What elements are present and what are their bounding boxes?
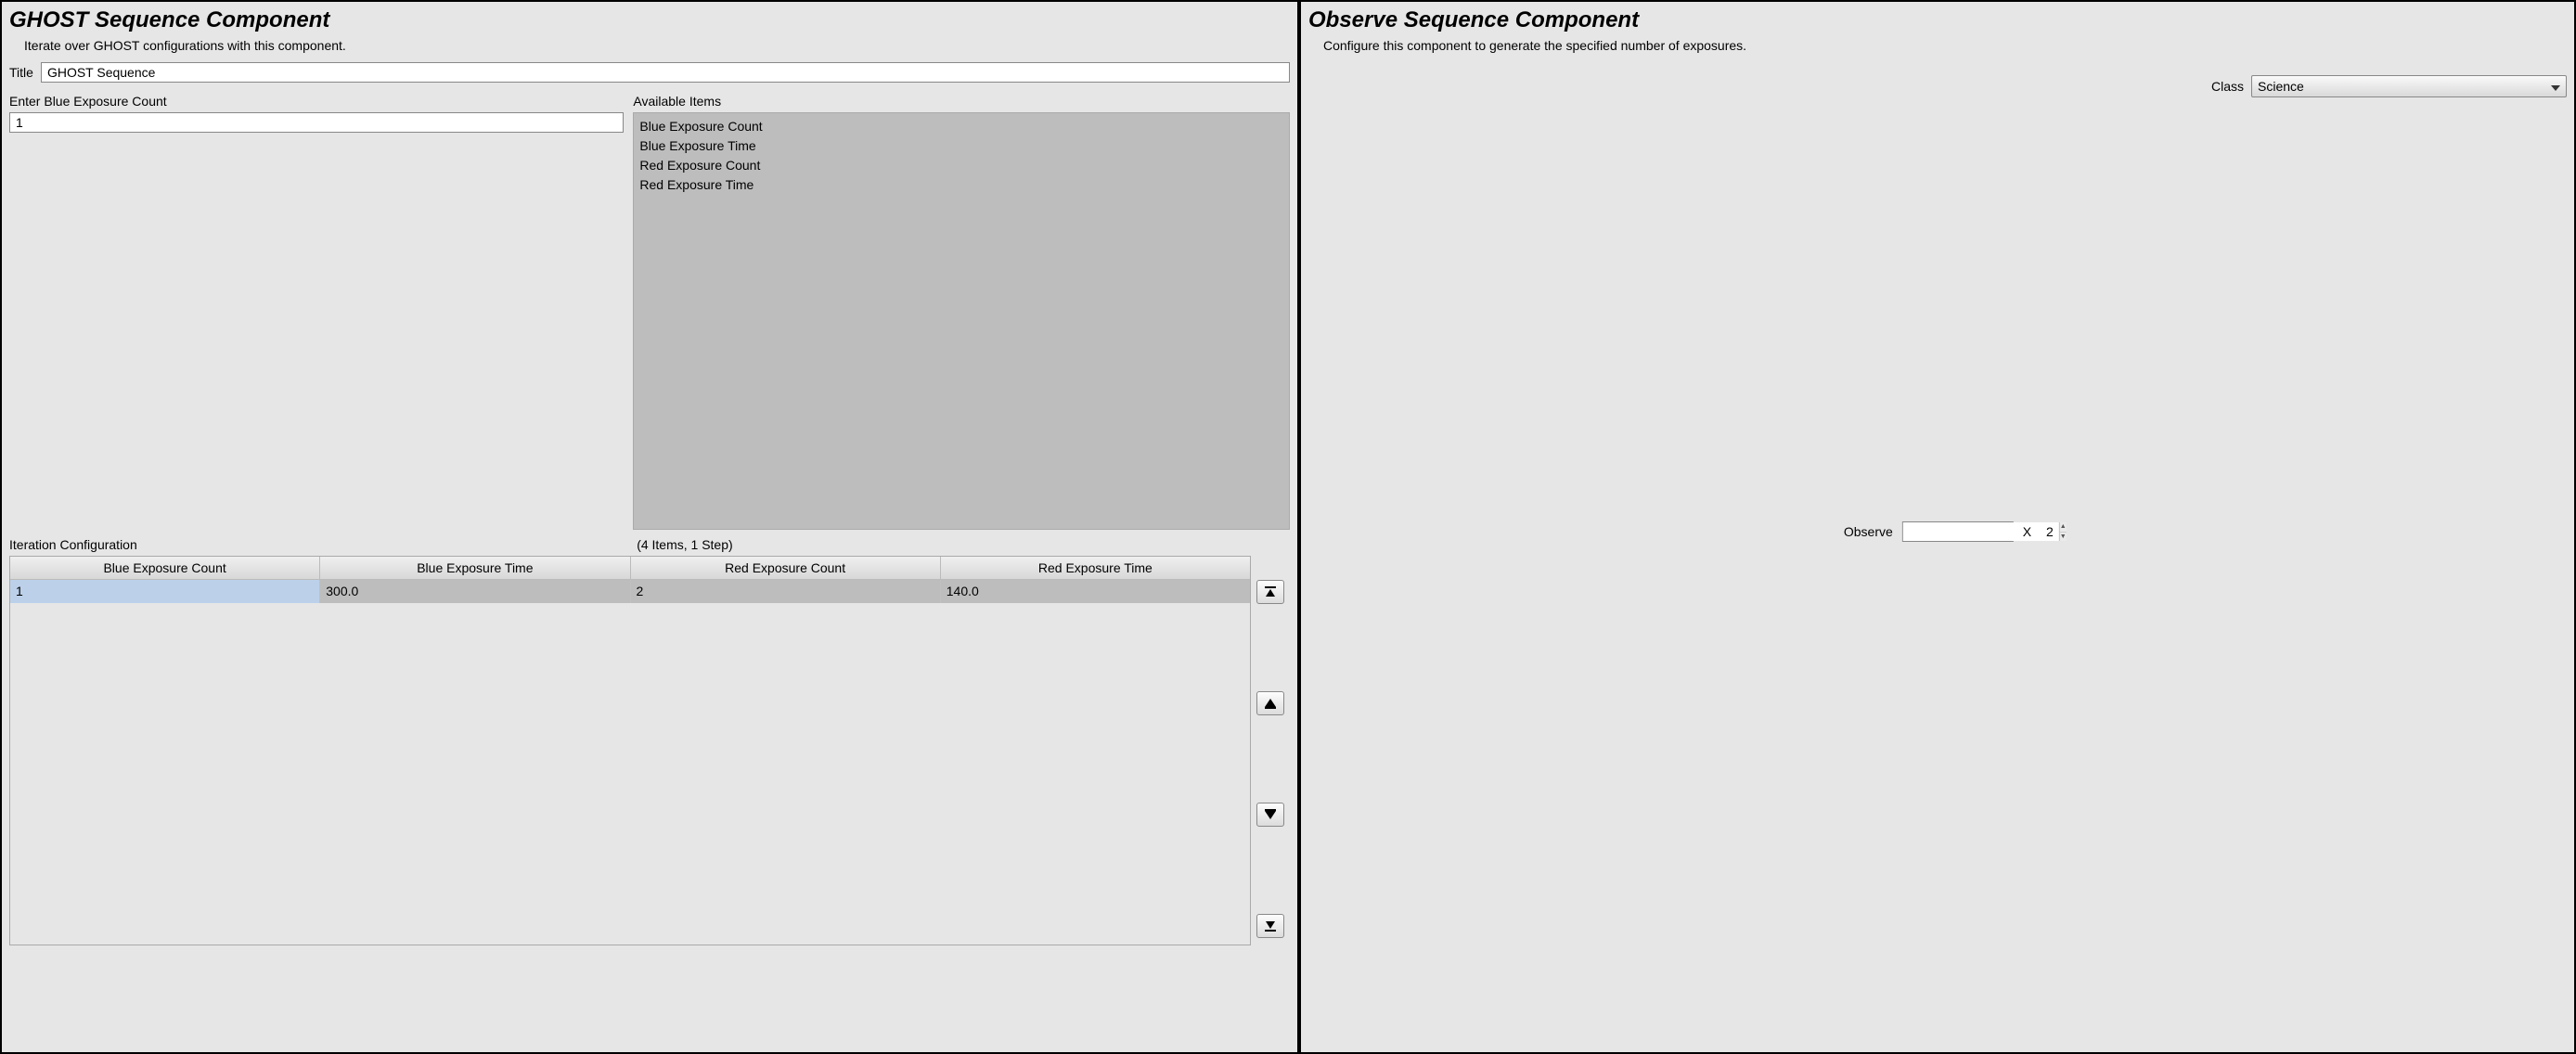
list-item[interactable]: Red Exposure Count xyxy=(639,156,1283,175)
table-row[interactable]: 1 300.0 2 140.0 xyxy=(10,580,1250,603)
column-header[interactable]: Red Exposure Time xyxy=(941,557,1250,580)
title-label: Title xyxy=(9,65,33,80)
class-select-value: Science xyxy=(2258,79,2304,94)
title-input[interactable] xyxy=(41,62,1290,83)
column-header[interactable]: Blue Exposure Time xyxy=(320,557,630,580)
observe-count-spinner[interactable]: ▲ ▼ xyxy=(1902,521,2014,542)
panel-subtitle-left: Iterate over GHOST configurations with t… xyxy=(9,38,1290,53)
move-up-icon xyxy=(1264,697,1277,710)
iteration-table[interactable]: Blue Exposure Count Blue Exposure Time R… xyxy=(9,556,1251,945)
observe-count-input[interactable] xyxy=(1903,522,2059,541)
list-item[interactable]: Blue Exposure Time xyxy=(639,136,1283,156)
list-item[interactable]: Red Exposure Time xyxy=(639,175,1283,195)
available-items-label: Available Items xyxy=(633,94,1290,109)
class-select[interactable]: Science xyxy=(2251,75,2567,97)
list-item[interactable]: Blue Exposure Count xyxy=(639,117,1283,136)
table-cell[interactable]: 1 xyxy=(10,580,320,603)
move-to-bottom-icon xyxy=(1264,919,1277,932)
table-header: Blue Exposure Count Blue Exposure Time R… xyxy=(10,557,1250,580)
table-cell[interactable]: 300.0 xyxy=(320,580,630,603)
blue-exposure-count-input[interactable] xyxy=(9,112,624,133)
class-label: Class xyxy=(2211,79,2244,94)
spinner-up-icon[interactable]: ▲ xyxy=(2060,522,2067,533)
observe-sequence-panel: Observe Sequence Component Configure thi… xyxy=(1299,0,2576,1054)
column-header[interactable]: Red Exposure Count xyxy=(631,557,941,580)
move-to-top-button[interactable] xyxy=(1256,580,1284,604)
iteration-config-summary: (4 Items, 1 Step) xyxy=(637,537,732,552)
chevron-down-icon xyxy=(2551,79,2560,94)
spinner-down-icon[interactable]: ▼ xyxy=(2060,533,2067,542)
table-cell[interactable]: 2 xyxy=(631,580,941,603)
table-cell[interactable]: 140.0 xyxy=(941,580,1250,603)
move-to-top-icon xyxy=(1264,585,1277,598)
observe-label: Observe xyxy=(1844,524,1893,539)
blue-exposure-count-label: Enter Blue Exposure Count xyxy=(9,94,624,109)
panel-title-left: GHOST Sequence Component xyxy=(9,7,1290,34)
move-down-icon xyxy=(1264,808,1277,821)
panel-title-right: Observe Sequence Component xyxy=(1308,7,2567,34)
panel-subtitle-right: Configure this component to generate the… xyxy=(1308,38,2567,53)
column-header[interactable]: Blue Exposure Count xyxy=(10,557,320,580)
move-up-button[interactable] xyxy=(1256,691,1284,715)
observe-x-label: X xyxy=(2023,524,2031,539)
ghost-sequence-panel: GHOST Sequence Component Iterate over GH… xyxy=(0,0,1299,1054)
move-down-button[interactable] xyxy=(1256,803,1284,827)
move-to-bottom-button[interactable] xyxy=(1256,914,1284,938)
iteration-config-label: Iteration Configuration xyxy=(9,537,637,552)
available-items-list[interactable]: Blue Exposure Count Blue Exposure Time R… xyxy=(633,112,1290,530)
